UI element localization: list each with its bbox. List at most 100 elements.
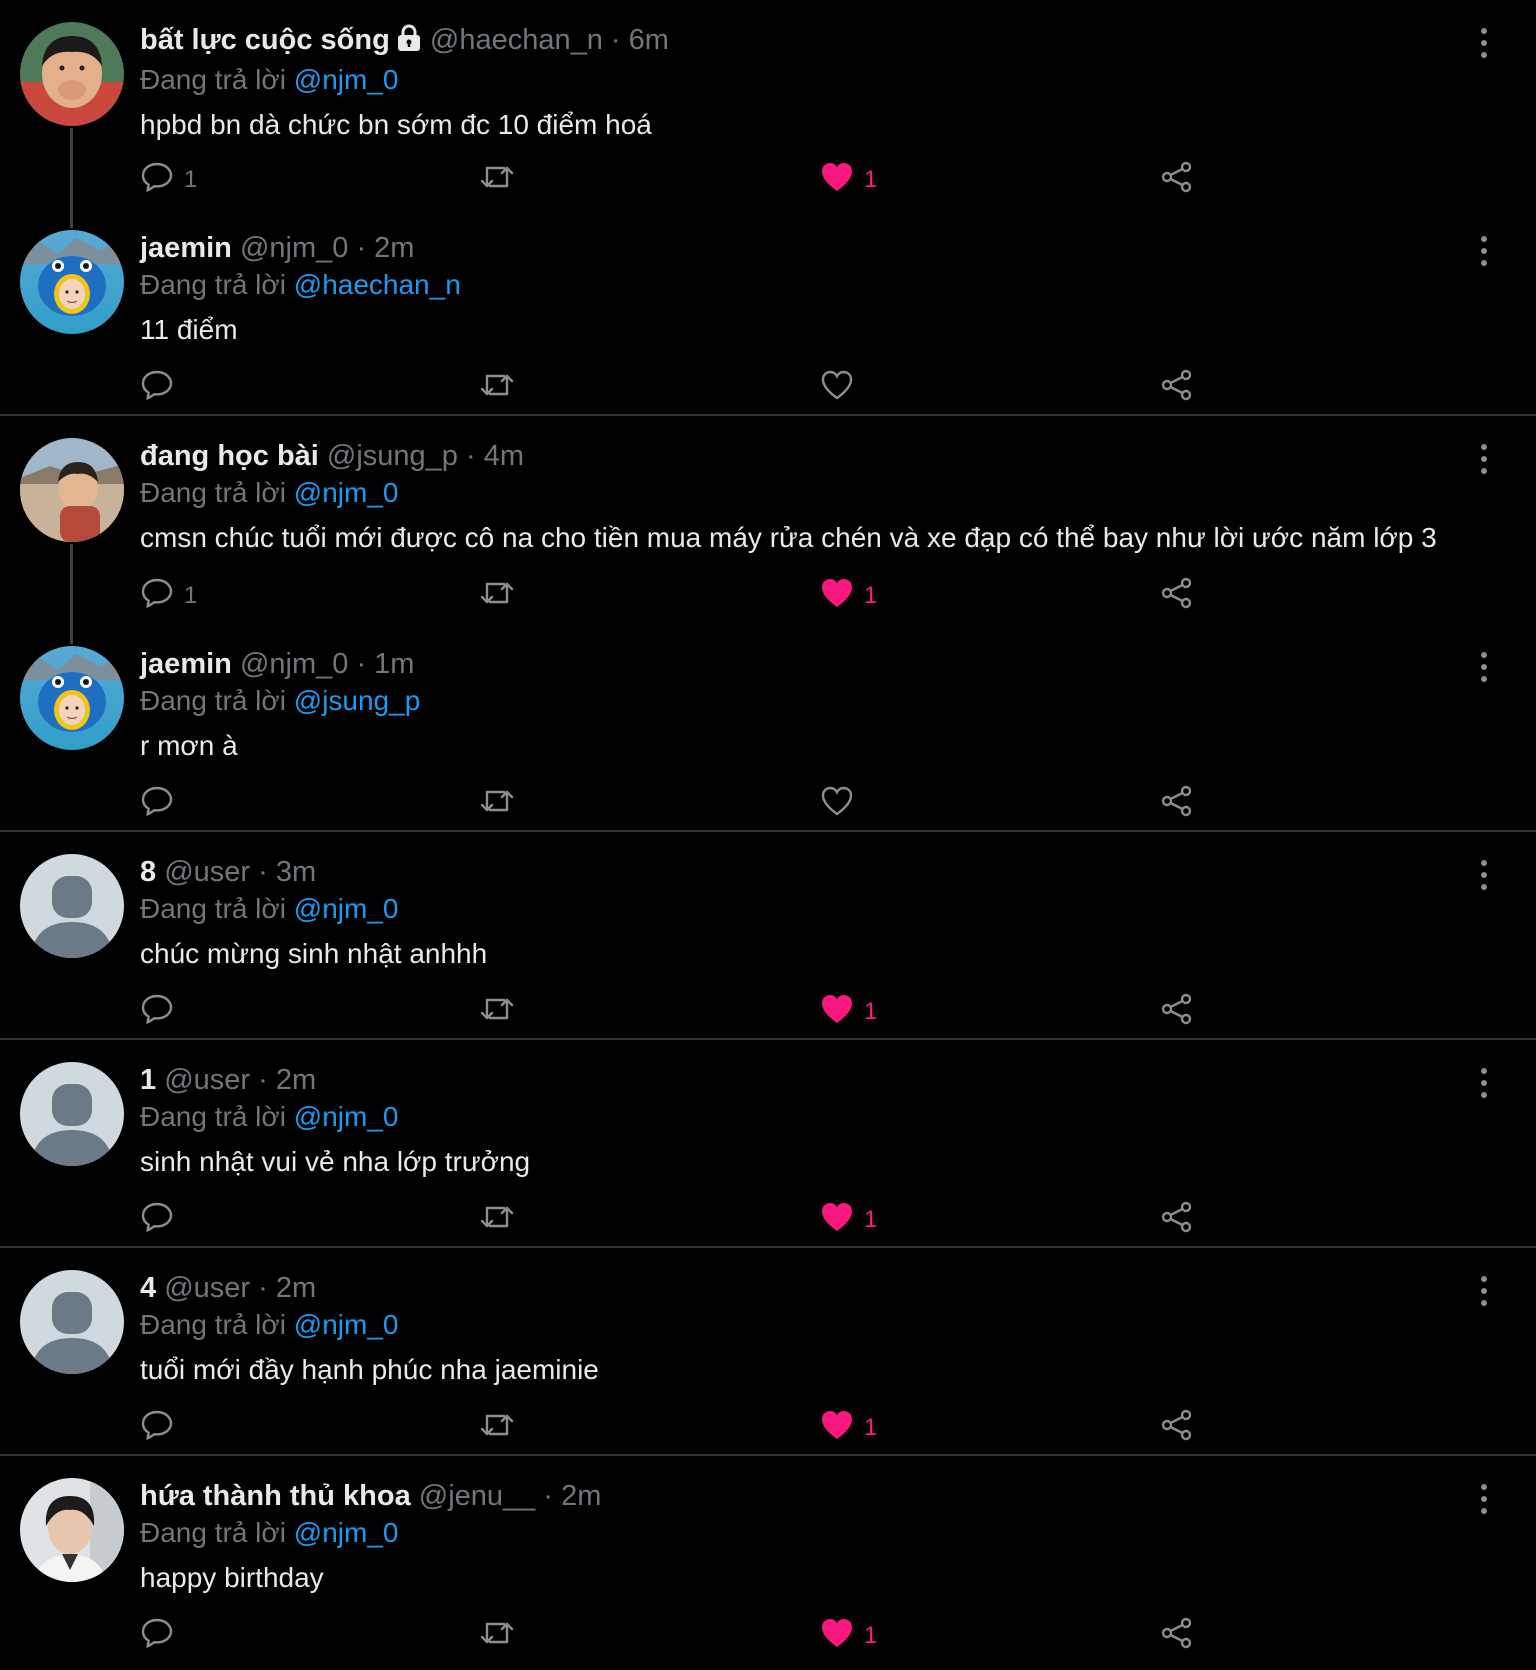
timestamp[interactable]: 1m (374, 648, 414, 680)
display-name[interactable]: jaemin (140, 648, 232, 680)
tweet-actions: 1 (140, 1404, 1240, 1452)
timestamp[interactable]: 2m (276, 1064, 316, 1096)
retweet-button[interactable] (478, 572, 516, 620)
replying-to: Đang trả lời @njm_0 (140, 1308, 1476, 1342)
retweet-button[interactable] (478, 1196, 516, 1244)
display-name[interactable]: jaemin (140, 232, 232, 264)
like-button[interactable]: 1 (820, 156, 877, 204)
avatar[interactable] (20, 646, 124, 750)
display-name[interactable]: 4 (140, 1272, 156, 1304)
more-vertical-icon[interactable] (1478, 652, 1490, 682)
avatar[interactable] (20, 22, 124, 126)
display-name[interactable]: hứa thành thủ khoa (140, 1480, 411, 1512)
user-handle[interactable]: @haechan_n (430, 24, 603, 56)
reply-button[interactable] (140, 1196, 184, 1244)
avatar[interactable] (20, 1270, 124, 1374)
replying-to-handle[interactable]: @njm_0 (294, 1517, 399, 1548)
share-button[interactable] (1160, 1196, 1194, 1244)
separator-dot: · (258, 1272, 268, 1304)
more-vertical-icon[interactable] (1478, 28, 1490, 58)
share-button[interactable] (1160, 988, 1194, 1036)
like-button[interactable] (820, 780, 864, 828)
retweet-button[interactable] (478, 364, 516, 412)
user-handle[interactable]: @user (164, 856, 250, 888)
replying-to-handle[interactable]: @jsung_p (294, 685, 421, 716)
tweet[interactable]: 1 @user · 2m Đang trả lời @njm_0 sinh nh… (0, 1040, 1536, 1248)
more-vertical-icon[interactable] (1478, 1276, 1490, 1306)
display-name[interactable]: đang học bài (140, 440, 319, 472)
tweet[interactable]: hứa thành thủ khoa @jenu__ · 2m Đang trả… (0, 1456, 1536, 1664)
timestamp[interactable]: 2m (561, 1480, 601, 1512)
timestamp[interactable]: 3m (276, 856, 316, 888)
avatar[interactable] (20, 230, 124, 334)
like-count: 1 (864, 582, 878, 609)
replying-to-label: Đang trả lời (140, 477, 286, 508)
more-vertical-icon[interactable] (1478, 236, 1490, 266)
replying-to-handle[interactable]: @njm_0 (294, 1101, 399, 1132)
display-name[interactable]: 1 (140, 1064, 156, 1096)
avatar[interactable] (20, 854, 124, 958)
like-button[interactable]: 1 (820, 988, 877, 1036)
reply-button[interactable] (140, 988, 184, 1036)
share-button[interactable] (1160, 156, 1194, 204)
tweet[interactable]: jaemin @njm_0 · 2m Đang trả lời @haechan… (0, 208, 1536, 416)
avatar[interactable] (20, 1062, 124, 1166)
share-button[interactable] (1160, 364, 1194, 412)
share-button[interactable] (1160, 780, 1194, 828)
more-vertical-icon[interactable] (1478, 444, 1490, 474)
like-button[interactable]: 1 (820, 1612, 877, 1660)
timestamp[interactable]: 2m (276, 1272, 316, 1304)
avatar[interactable] (20, 438, 124, 542)
replying-to-handle[interactable]: @njm_0 (294, 1309, 399, 1340)
like-button[interactable]: 1 (820, 1196, 877, 1244)
retweet-button[interactable] (478, 988, 516, 1036)
share-button[interactable] (1160, 1404, 1194, 1452)
timestamp[interactable]: 4m (484, 440, 524, 472)
user-handle[interactable]: @user (164, 1064, 250, 1096)
more-vertical-icon[interactable] (1478, 1484, 1490, 1514)
reply-button[interactable] (140, 780, 184, 828)
user-handle[interactable]: @jsung_p (327, 440, 458, 472)
like-button[interactable]: 1 (820, 1404, 877, 1452)
replying-to: Đang trả lời @njm_0 (140, 1516, 1476, 1550)
display-name[interactable]: bất lực cuộc sống (140, 24, 390, 56)
timestamp[interactable]: 6m (629, 24, 669, 56)
replying-to-handle[interactable]: @njm_0 (294, 64, 399, 95)
retweet-button[interactable] (478, 156, 516, 204)
reply-button[interactable]: 1 (140, 572, 197, 620)
retweet-button[interactable] (478, 1404, 516, 1452)
more-vertical-icon[interactable] (1478, 1068, 1490, 1098)
tweet[interactable]: 4 @user · 2m Đang trả lời @njm_0 tuổi mớ… (0, 1248, 1536, 1456)
user-handle[interactable]: @user (164, 1272, 250, 1304)
tweet-actions: 1 1 (140, 156, 1240, 204)
replying-to-label: Đang trả lời (140, 1101, 286, 1132)
share-button[interactable] (1160, 1612, 1194, 1660)
tweet-header: jaemin @njm_0 · 1m (140, 644, 1476, 684)
tweet[interactable]: bất lực cuộc sống @haechan_n · 6m Đang t… (0, 0, 1536, 228)
reply-button[interactable] (140, 1612, 184, 1660)
user-handle[interactable]: @njm_0 (240, 232, 348, 264)
timestamp[interactable]: 2m (374, 232, 414, 264)
avatar[interactable] (20, 1478, 124, 1582)
user-handle[interactable]: @njm_0 (240, 648, 348, 680)
like-count: 1 (864, 1414, 878, 1441)
more-vertical-icon[interactable] (1478, 860, 1490, 890)
like-button[interactable] (820, 364, 864, 412)
replying-to-handle[interactable]: @haechan_n (294, 269, 461, 300)
tweet[interactable]: đang học bài @jsung_p · 4m Đang trả lời … (0, 416, 1536, 644)
replying-to: Đang trả lời @jsung_p (140, 684, 1476, 718)
user-handle[interactable]: @jenu__ (419, 1480, 536, 1512)
reply-button[interactable] (140, 364, 184, 412)
retweet-button[interactable] (478, 780, 516, 828)
like-button[interactable]: 1 (820, 572, 877, 620)
replying-to-handle[interactable]: @njm_0 (294, 893, 399, 924)
reply-button[interactable] (140, 1404, 184, 1452)
tweet[interactable]: jaemin @njm_0 · 1m Đang trả lời @jsung_p… (0, 624, 1536, 832)
retweet-button[interactable] (478, 1612, 516, 1660)
replying-to-handle[interactable]: @njm_0 (294, 477, 399, 508)
reply-button[interactable]: 1 (140, 156, 197, 204)
tweet[interactable]: 8 @user · 3m Đang trả lời @njm_0 chúc mừ… (0, 832, 1536, 1040)
retweet-icon (478, 784, 516, 825)
share-button[interactable] (1160, 572, 1194, 620)
display-name[interactable]: 8 (140, 856, 156, 888)
